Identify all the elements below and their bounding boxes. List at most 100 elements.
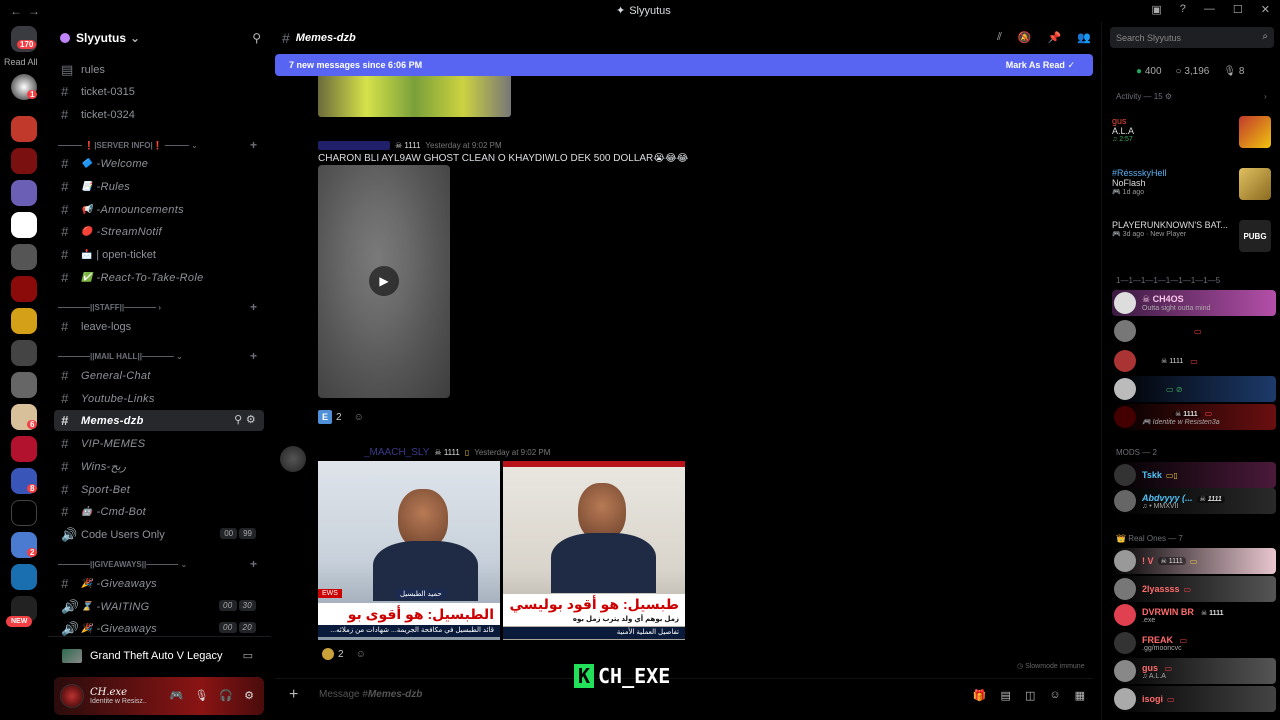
channel-leave-logs[interactable]: # leave-logs: [54, 316, 264, 337]
channel-react-role[interactable]: # ✅ -React-To-Take-Role: [54, 267, 264, 288]
channel-rules[interactable]: ▤ rules: [54, 59, 264, 80]
channel-ticket-0315[interactable]: # ticket-0315: [54, 81, 264, 102]
channel-ticket-0324[interactable]: # ticket-0324: [54, 104, 264, 125]
read-all-button[interactable]: Read All: [4, 57, 38, 67]
member-item[interactable]: ☠ 1111 ▭: [1112, 348, 1276, 374]
nav-arrows[interactable]: ←→: [10, 4, 46, 18]
server-header[interactable]: Slyyutus ⌄ ⚲: [48, 22, 271, 54]
channel-streamnotif[interactable]: # 🔴 -StreamNotif: [54, 221, 264, 242]
screen-share-icon[interactable]: ▭: [243, 649, 253, 662]
graffiti-image[interactable]: [318, 76, 511, 117]
avatar[interactable]: [282, 144, 308, 170]
member-item[interactable]: FREAK ▭ .gg/mooncvc: [1112, 630, 1276, 656]
emoji-icon[interactable]: ☺: [1049, 689, 1060, 702]
members-icon[interactable]: 👥: [1077, 31, 1091, 44]
server-icon-8[interactable]: [11, 308, 37, 334]
sticker-icon[interactable]: ◫: [1025, 689, 1035, 702]
member-item[interactable]: Abdvyyy (... ☠ 1111 ♫ • MMXVII: [1112, 488, 1276, 514]
member-item[interactable]: ☠ CH4OS Outta sight outta mind: [1112, 290, 1276, 316]
channel-announcements[interactable]: # 📢 -Announcements: [54, 199, 264, 220]
add-channel-icon[interactable]: +: [250, 138, 257, 152]
message-input[interactable]: Message #Memes-dzb: [319, 689, 422, 700]
server-icon-4[interactable]: [11, 180, 37, 206]
user-panel[interactable]: CH.exe Identite w Resisz.. 🎮 🎙 🎧 ⚙: [54, 677, 264, 715]
member-item[interactable]: Tskk ▭▯: [1112, 462, 1276, 488]
headphones-icon[interactable]: 🎧: [219, 689, 233, 702]
reaction[interactable]: 2 ☺: [322, 648, 366, 660]
category-staff[interactable]: ————|| STAFF ||———— › +: [58, 298, 263, 316]
avatar[interactable]: [280, 446, 306, 472]
server-icon-7[interactable]: [11, 276, 37, 302]
channel-memes-dzb[interactable]: # Memes-dzb ⚲ ⚙: [54, 410, 264, 431]
channel-youtube-links[interactable]: # Youtube-Links: [54, 388, 264, 409]
activity-status[interactable]: Grand Theft Auto V Legacy ▭: [48, 636, 271, 674]
server-icon-16[interactable]: [11, 564, 37, 590]
minimize-button[interactable]: —: [1204, 3, 1215, 16]
server-icon-2[interactable]: [11, 116, 37, 142]
activity-header[interactable]: Activity — 15 ⚙ ›: [1116, 92, 1267, 101]
pin-icon[interactable]: 📌: [1048, 31, 1062, 44]
threads-icon[interactable]: ⫽: [997, 31, 1002, 44]
server-icon-3[interactable]: [11, 148, 37, 174]
category-server-info[interactable]: ——— ❗ |SERVER INFO| ❗ ——— ⌄ +: [58, 136, 263, 154]
apps-icon[interactable]: ▦: [1075, 689, 1085, 702]
microphone-icon[interactable]: 🎙: [194, 689, 208, 702]
video-attachment[interactable]: ▶: [318, 165, 450, 398]
category-giveaways[interactable]: ————|| GIVEAWAYS ||———— ⌄ +: [58, 555, 263, 573]
gear-icon[interactable]: ⚙: [244, 689, 254, 702]
channel-sport-bet[interactable]: # Sport-Bet: [54, 479, 264, 500]
chevron-right-icon[interactable]: ›: [1264, 92, 1267, 101]
channel-general-chat[interactable]: # General-Chat: [54, 365, 264, 386]
category-mail-hall[interactable]: ————|| MAIL HALL ||———— ⌄ +: [58, 347, 263, 365]
channel-vip-memes[interactable]: # VIP-MEMES: [54, 433, 264, 454]
gift-icon[interactable]: 🎁: [973, 689, 987, 702]
server-icon-9[interactable]: [11, 340, 37, 366]
add-reaction-icon[interactable]: ☺: [354, 412, 364, 423]
author-name[interactable]: _MAACH_SLY: [364, 447, 429, 458]
channel-wins[interactable]: # Wins-ربح: [54, 456, 264, 477]
channel-giveaways[interactable]: # 🎉 -Giveaways: [54, 573, 264, 594]
add-channel-icon[interactable]: +: [250, 300, 257, 314]
bell-off-icon[interactable]: 🔕: [1018, 31, 1032, 44]
server-icon-12[interactable]: [11, 436, 37, 462]
activity-card[interactable]: PLAYERUNKNOWN'S BAT... 🎮 3d ago · New Pl…: [1112, 220, 1275, 264]
member-item[interactable]: 2lyassss ▭: [1112, 576, 1276, 602]
reaction[interactable]: E 2 ☺: [318, 410, 364, 424]
channel-rules-2[interactable]: # 📑 -Rules: [54, 176, 264, 197]
controller-icon[interactable]: 🎮: [170, 689, 184, 702]
channel-waiting[interactable]: 🔊 ⌛ -WAITING 00 30: [54, 596, 264, 617]
member-item[interactable]: ☠ 1111 ▭ 🎮 Identite w Resisten3a: [1112, 404, 1276, 430]
help-icon[interactable]: ?: [1180, 3, 1186, 16]
news-image-1[interactable]: EWS حميد الطبسيل الطبسيل: هو أقوى بو ...…: [318, 461, 500, 640]
play-icon[interactable]: ▶: [369, 266, 399, 296]
member-item[interactable]: ▭ ⊘: [1112, 376, 1276, 402]
member-item[interactable]: isogi ▭: [1112, 686, 1276, 712]
close-button[interactable]: ✕: [1261, 3, 1270, 16]
activity-card[interactable]: gus A.L.A ♫ 2:57: [1112, 116, 1275, 160]
add-channel-icon[interactable]: +: [250, 349, 257, 363]
add-member-icon[interactable]: ⚲: [234, 414, 242, 426]
avatar[interactable]: [60, 684, 84, 708]
member-item[interactable]: DVRWIN BR ☠ 1111 .exe: [1112, 602, 1276, 628]
mark-as-read-button[interactable]: Mark As Read ✓: [1006, 60, 1075, 71]
message-composer[interactable]: + Message #Memes-dzb 🎁 ▤ ◫ ☺ ▦: [275, 678, 1093, 710]
search-input[interactable]: Search Slyyutus ⌕: [1110, 27, 1274, 48]
activity-card[interactable]: #RéssskyHell NoFlash 🎮 1d ago: [1112, 168, 1275, 212]
add-channel-icon[interactable]: +: [250, 557, 257, 571]
author-name[interactable]: [318, 141, 390, 150]
maximize-button[interactable]: ☐: [1233, 3, 1243, 16]
member-item[interactable]: ! V ☠ 1111 ▭: [1112, 548, 1276, 574]
member-item[interactable]: ▭: [1112, 318, 1276, 344]
channel-open-ticket[interactable]: # 📩 | open-ticket: [54, 244, 264, 265]
channel-welcome[interactable]: # 🔷 -Welcome: [54, 153, 264, 174]
server-icon-5[interactable]: [11, 212, 37, 238]
channel-cmd-bot[interactable]: # 🤖 -Cmd-Bot: [54, 501, 264, 522]
add-reaction-icon[interactable]: ☺: [356, 649, 366, 660]
channel-code-users-only[interactable]: 🔊 Code Users Only 00 99: [54, 524, 264, 545]
gear-icon[interactable]: ⚙: [246, 414, 256, 426]
inbox-icon[interactable]: ▣: [1151, 3, 1161, 16]
server-icon-6[interactable]: [11, 244, 37, 270]
member-item[interactable]: gus ▭ ♫ A.L.A: [1112, 658, 1276, 684]
server-icon-10[interactable]: [11, 372, 37, 398]
server-icon-14[interactable]: [11, 500, 37, 526]
